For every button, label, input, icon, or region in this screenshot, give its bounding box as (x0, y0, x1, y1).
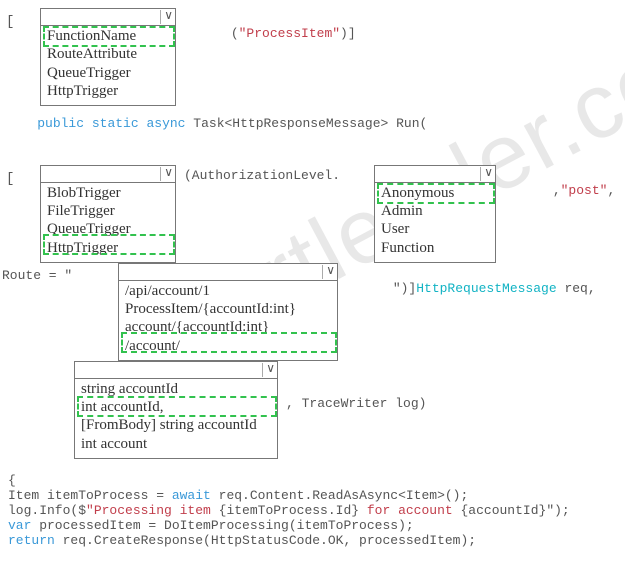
auth-level-text: (AuthorizationLevel. (184, 169, 340, 184)
chevron-down-icon: ∨ (160, 167, 173, 181)
keyword-return: return (8, 533, 55, 548)
string-literal: "post" (561, 183, 608, 198)
dropdown-option[interactable]: int accountId, (81, 399, 271, 417)
dropdown-trigger[interactable]: ∨ BlobTrigger FileTrigger QueueTrigger H… (40, 165, 176, 263)
dropdown-option[interactable]: Admin (381, 203, 489, 221)
code-body: { Item itemToProcess = await req.Content… (8, 459, 619, 563)
after-text-1: ("ProcessItem")] (184, 12, 356, 57)
after-text-3: ")]HttpRequestMessage req, (346, 267, 596, 312)
keyword-public: public (37, 116, 84, 131)
dropdown-option[interactable]: /account/ (125, 338, 331, 356)
dropdown-option[interactable]: string accountId (81, 381, 271, 399)
interp-expr: {accountId}" (461, 503, 555, 518)
code-line-1a: Item itemToProcess = (8, 488, 172, 503)
dropdown-option[interactable]: int account (81, 436, 271, 454)
dropdown-option[interactable]: QueueTrigger (47, 65, 169, 83)
code-line-1b: req.Content.ReadAsAsync<Item>(); (211, 488, 468, 503)
code-line-2-close: ); (554, 503, 570, 518)
dropdown-option[interactable]: [FromBody] string accountId (81, 417, 271, 435)
dropdown-option[interactable]: BlobTrigger (47, 185, 169, 203)
dropdown-option[interactable]: User (381, 221, 489, 239)
dropdown-option[interactable]: FunctionName (47, 28, 169, 46)
string-literal: "ProcessItem" (239, 26, 340, 41)
dropdown-option[interactable]: account/{accountId:int} (125, 319, 331, 337)
close-quote-bracket: ")] (393, 281, 416, 296)
paren-close: )] (340, 26, 356, 41)
dropdown-param[interactable]: ∨ string accountId int accountId, [FromB… (74, 361, 278, 459)
dropdown-option[interactable]: /api/account/1 (125, 283, 331, 301)
dropdown-option[interactable]: QueueTrigger (47, 221, 169, 239)
tracewriter-text: , TraceWriter log) (286, 397, 426, 412)
signature-rest: Task<HttpResponseMessage> Run( (185, 116, 427, 131)
dropdown-header[interactable]: ∨ (375, 166, 495, 183)
chevron-down-icon: ∨ (480, 167, 493, 181)
chevron-down-icon: ∨ (160, 10, 173, 24)
chevron-down-icon: ∨ (322, 265, 335, 279)
string-literal: "Processing item (86, 503, 219, 518)
chevron-down-icon: ∨ (262, 363, 275, 377)
interp-expr: {itemToProcess.Id} (219, 503, 359, 518)
dropdown-authlevel[interactable]: ∨ Anonymous Admin User Function (374, 165, 496, 263)
keyword-await: await (172, 488, 211, 503)
dropdown-option[interactable]: FileTrigger (47, 203, 169, 221)
dropdown-option[interactable]: Function (381, 240, 489, 258)
req-var: req, (557, 281, 596, 296)
dropdown-header[interactable]: ∨ (75, 362, 277, 379)
method-signature: public static async Task<HttpResponseMes… (6, 102, 619, 147)
paren-open: ( (231, 26, 239, 41)
dropdown-option[interactable]: ProcessItem/{accountId:int} (125, 301, 331, 319)
string-literal: for account (359, 503, 460, 518)
after-text-2: ,"post", (506, 169, 615, 214)
bracket-open-1: [ (6, 14, 14, 30)
comma: , (553, 183, 561, 198)
dropdown-route[interactable]: ∨ /api/account/1 ProcessItem/{accountId:… (118, 263, 338, 361)
type-httprequestmessage: HttpRequestMessage (416, 281, 556, 296)
keyword-static: static (92, 116, 139, 131)
code-line-4: req.CreateResponse(HttpStatusCode.OK, pr… (55, 533, 476, 548)
dropdown-attribute[interactable]: ∨ FunctionName RouteAttribute QueueTrigg… (40, 8, 176, 106)
keyword-async: async (146, 116, 185, 131)
dropdown-option[interactable]: RouteAttribute (47, 46, 169, 64)
dropdown-option[interactable]: Anonymous (381, 185, 489, 203)
brace-open: { (8, 473, 16, 488)
comma-close: , (607, 183, 615, 198)
dropdown-header[interactable]: ∨ (41, 166, 175, 183)
dropdown-header[interactable]: ∨ (119, 264, 337, 281)
dropdown-option[interactable]: HttpTrigger (47, 240, 169, 258)
dropdown-option[interactable]: HttpTrigger (47, 83, 169, 101)
dropdown-header[interactable]: ∨ (41, 9, 175, 26)
route-prefix: Route = " (2, 269, 72, 284)
code-line-2a: log.Info($ (8, 503, 86, 518)
bracket-open-2: [ (6, 171, 14, 187)
keyword-var: var (8, 518, 31, 533)
code-line-3: processedItem = DoItemProcessing(itemToP… (31, 518, 413, 533)
